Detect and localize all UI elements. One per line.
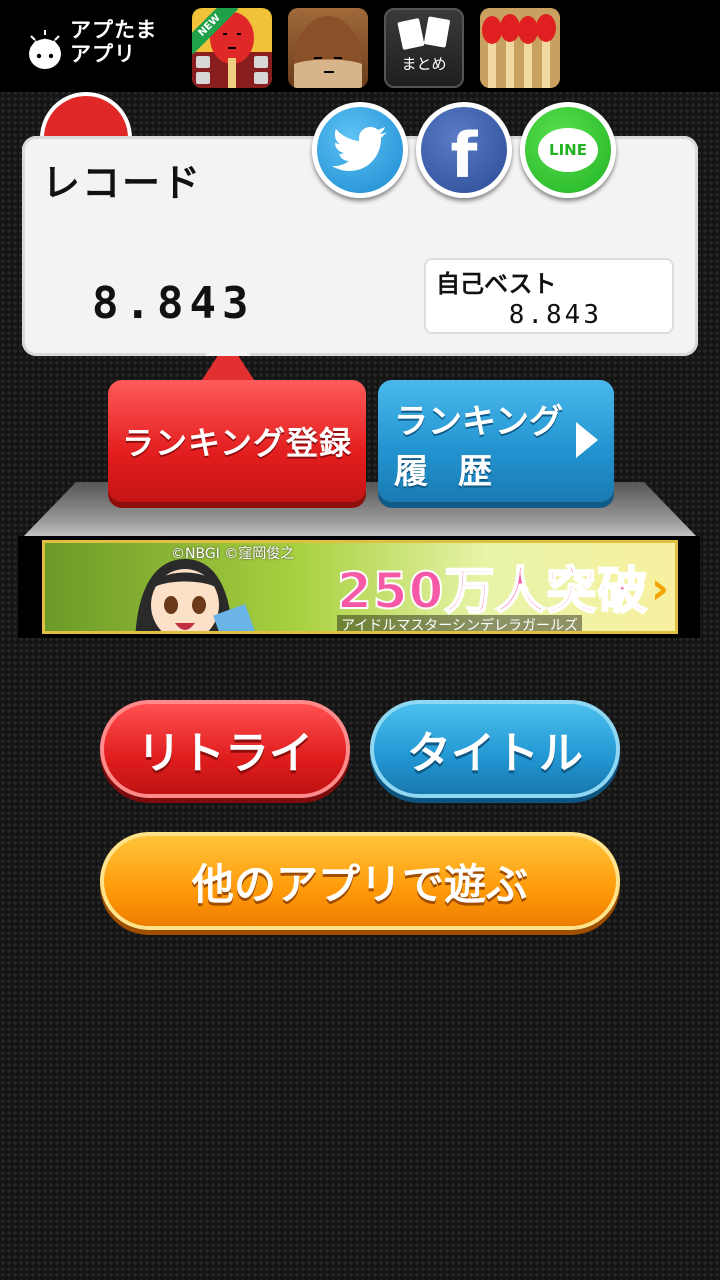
app-icon-matches[interactable] [480, 8, 560, 88]
personal-best-box: 自己ベスト 8.843 [424, 258, 674, 334]
other-apps-label: 他のアプリで遊ぶ [191, 859, 528, 909]
personal-best-label: 自己ベスト [436, 270, 557, 298]
app-icon-chestnut[interactable] [288, 8, 368, 88]
retry-button[interactable]: リトライ [100, 700, 350, 798]
record-value: 8.843 [92, 278, 255, 329]
ad-banner[interactable]: ©NBGI ©窪岡俊之 250万人突破 アイドルマスターシンデレラガールズ › [42, 540, 678, 634]
ranking-history-label-1: ランキング [394, 402, 563, 442]
egg-mascot-icon [29, 30, 61, 69]
play-arrow-icon [576, 422, 598, 458]
brand-line1: アプたま [70, 18, 158, 42]
top-bar: アプたま アプリ NEW まとめ [0, 0, 720, 92]
twitter-share-button[interactable] [312, 102, 408, 198]
line-bubble-icon: LINE [538, 128, 598, 172]
retry-label: リトライ [137, 728, 313, 779]
title-label: タイトル [407, 728, 583, 779]
line-share-button[interactable]: LINE [520, 102, 616, 198]
ranking-history-button[interactable]: ランキング 履歴 [378, 380, 614, 502]
app-icon-summary[interactable]: まとめ [384, 8, 464, 88]
facebook-share-button[interactable]: f [416, 102, 512, 198]
ranking-register-label: ランキング登録 [121, 424, 353, 462]
chestnut-face-icon [294, 16, 362, 88]
line-label: LINE [549, 141, 587, 159]
facebook-f-icon: f [450, 118, 478, 192]
personal-best-value: 8.843 [508, 300, 602, 330]
banner-headline: 250万人突破 [336, 561, 649, 621]
ranking-history-label-2: 履歴 [394, 452, 522, 492]
matchstick-heads-icon [480, 8, 560, 88]
summary-label: まとめ [401, 55, 447, 73]
banner-credit: ©NBGI ©窪岡俊之 [171, 546, 295, 562]
chevron-right-icon: › [650, 563, 669, 614]
brand-line2: アプリ [70, 42, 136, 66]
twitter-bird-icon [332, 127, 387, 171]
other-apps-button[interactable]: 他のアプリで遊ぶ [100, 832, 620, 930]
banner-subtitle: アイドルマスターシンデレラガールズ [337, 615, 583, 631]
ranking-register-button[interactable]: ランキング登録 [108, 380, 366, 502]
brand-logo[interactable]: アプたま アプリ [24, 14, 174, 76]
title-button[interactable]: タイトル [370, 700, 620, 798]
brand-text: アプたま アプリ [70, 18, 180, 66]
speech-pointer-notch [204, 336, 252, 356]
app-icon-new[interactable]: NEW [192, 8, 272, 88]
record-title: レコード [42, 161, 203, 205]
